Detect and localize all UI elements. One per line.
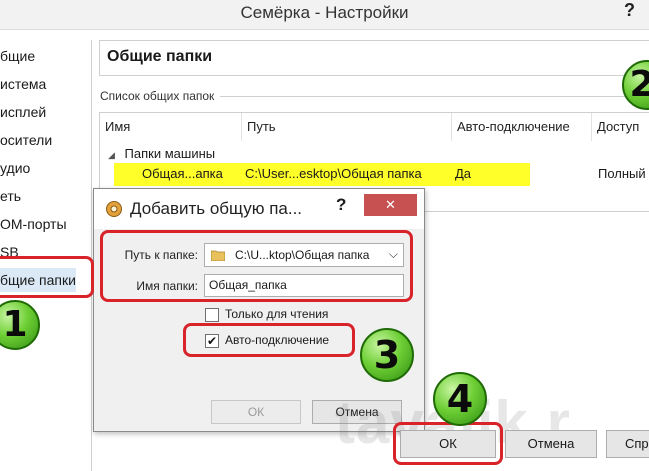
shared-folders-list-caption: Список общих папок (100, 89, 221, 103)
gear-icon (106, 201, 122, 217)
column-header-access[interactable]: Доступ (592, 113, 649, 141)
column-header-auto[interactable]: Авто-подключение (452, 113, 592, 141)
row-name: Общая...апка (142, 166, 223, 181)
readonly-label[interactable]: Только для чтения (225, 307, 328, 321)
dialog-titlebar: Добавить общую па... ? ✕ (94, 189, 424, 229)
row-access: Полный (598, 166, 646, 181)
tree-group-machine-folders[interactable]: ◢ Папки машины (108, 146, 215, 161)
readonly-checkbox[interactable] (205, 308, 219, 322)
highlight-shared-folders (0, 256, 94, 298)
sidebar-item-network[interactable]: еть (0, 184, 21, 208)
column-header-path[interactable]: Путь (242, 113, 452, 141)
dialog-title: Добавить общую па... (130, 199, 303, 218)
dialog-help-button[interactable]: ? (336, 195, 346, 215)
window-help-button[interactable]: ? (624, 0, 635, 21)
sidebar-item-storage[interactable]: осители (0, 128, 52, 152)
help-button[interactable]: Спр (606, 430, 649, 458)
sidebar-item-audio[interactable]: удио (0, 156, 30, 180)
highlight-auto-mount (183, 323, 355, 357)
sidebar-item-display[interactable]: исплей (0, 100, 46, 124)
tree-group-label: Папки машины (124, 146, 216, 161)
dialog-ok-button[interactable]: ОК (211, 400, 301, 424)
column-header-name[interactable]: Имя (100, 113, 242, 141)
sidebar-item-general[interactable]: бщие (0, 44, 35, 68)
window-title: Семёрка - Настройки (240, 3, 409, 22)
step-badge-3: 3 (360, 328, 414, 382)
table-row[interactable]: Общая...апка C:\User...esktop\Общая папк… (114, 163, 530, 186)
window-titlebar: Семёрка - Настройки ? (0, 0, 649, 30)
cancel-button[interactable]: Отмена (505, 430, 597, 458)
section-header: Общие папки (99, 40, 649, 76)
highlight-path-name (100, 230, 413, 302)
expand-toggle-icon[interactable]: ◢ (108, 150, 115, 160)
section-title: Общие папки (107, 48, 213, 65)
row-auto: Да (455, 166, 472, 181)
sidebar-item-com-ports[interactable]: OM-порты (0, 212, 67, 236)
dialog-close-button[interactable]: ✕ (364, 194, 417, 216)
step-badge-4: 4 (433, 372, 487, 426)
highlight-ok (393, 422, 503, 465)
sidebar-item-system[interactable]: истема (0, 72, 46, 96)
row-path: C:\User...esktop\Общая папка (245, 166, 422, 181)
